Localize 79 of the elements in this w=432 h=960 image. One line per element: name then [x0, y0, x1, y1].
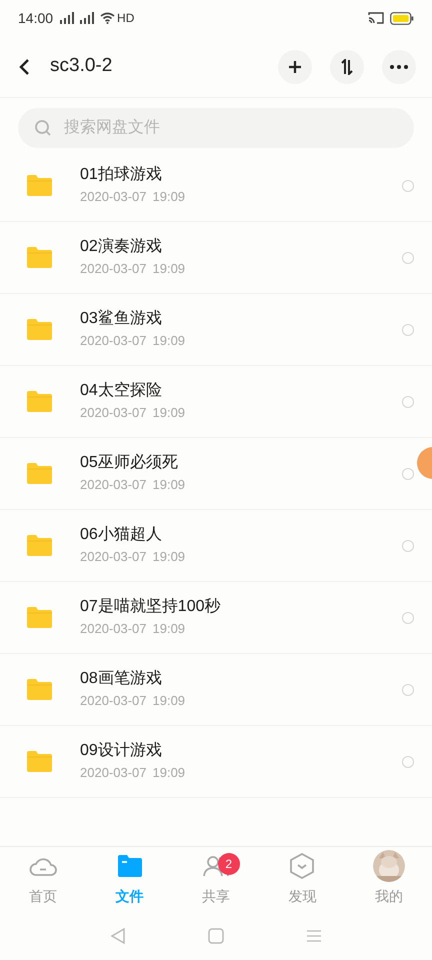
folder-icon [118, 855, 142, 877]
folder-icon [27, 247, 52, 268]
select-checkbox[interactable] [402, 684, 414, 696]
folder-name: 08画笔游戏 [80, 668, 163, 690]
modified-date: 2020-03-07 [80, 548, 146, 566]
back-icon [18, 58, 30, 76]
modified-date: 2020-03-07 [80, 620, 146, 638]
hexagon-icon [290, 853, 314, 879]
folder-icon [27, 175, 52, 196]
sort-button[interactable] [330, 50, 364, 84]
folder-icon [27, 679, 52, 700]
wifi-icon [100, 12, 116, 24]
select-checkbox[interactable] [402, 540, 414, 552]
modified-time: 19:09 [152, 620, 186, 638]
signal-icon [79, 12, 96, 24]
folder-name: 01拍球游戏 [80, 164, 163, 186]
file-row[interactable]: 04太空探险 2020-03-07 19:09 [0, 366, 432, 438]
file-row[interactable]: 01拍球游戏 2020-03-07 19:09 [0, 150, 432, 222]
modified-time: 19:09 [152, 692, 186, 710]
modified-date: 2020-03-07 [80, 476, 146, 494]
modified-date: 2020-03-07 [80, 764, 146, 782]
select-checkbox[interactable] [402, 252, 414, 264]
status-time: 14:00 [18, 8, 54, 28]
select-checkbox[interactable] [402, 756, 414, 768]
folder-icon [27, 391, 52, 412]
modified-date: 2020-03-07 [80, 188, 146, 206]
file-row[interactable]: 02演奏游戏 2020-03-07 19:09 [0, 222, 432, 294]
nav-tab[interactable]: 共享 2 [172, 847, 260, 912]
folder-icon [27, 607, 52, 628]
search-icon [34, 119, 52, 137]
select-checkbox[interactable] [402, 396, 414, 408]
select-checkbox[interactable] [402, 612, 414, 624]
select-checkbox[interactable] [402, 468, 414, 480]
select-checkbox[interactable] [402, 180, 414, 192]
sort-icon [339, 58, 355, 74]
file-row[interactable]: 08画笔游戏 2020-03-07 19:09 [0, 654, 432, 726]
folder-icon [27, 319, 52, 340]
more-icon [390, 64, 408, 68]
cast-icon [368, 12, 384, 24]
modified-time: 19:09 [152, 548, 186, 566]
notification-badge: 2 [218, 853, 240, 875]
modified-time: 19:09 [152, 764, 186, 782]
floating-menu[interactable] [416, 446, 432, 480]
menu-icon[interactable] [306, 929, 322, 943]
more-button[interactable] [382, 50, 416, 84]
home-icon[interactable] [208, 928, 224, 944]
people-icon [202, 855, 230, 877]
folder-name: 09设计游戏 [80, 740, 163, 762]
search-field[interactable]: 搜索网盘文件 [18, 108, 414, 148]
folder-icon [27, 535, 52, 556]
network-label: HD [117, 10, 134, 27]
select-checkbox[interactable] [402, 324, 414, 336]
folder-name: 03鲨鱼游戏 [80, 308, 163, 330]
modified-date: 2020-03-07 [80, 692, 146, 710]
modified-time: 19:09 [152, 476, 186, 494]
modified-time: 19:09 [152, 404, 186, 422]
folder-name: 05巫师必须死 [80, 452, 179, 474]
file-row[interactable]: 03鲨鱼游戏 2020-03-07 19:09 [0, 294, 432, 366]
add-button[interactable] [278, 50, 312, 84]
modified-time: 19:09 [152, 332, 186, 350]
signal-icon [59, 12, 76, 24]
folder-name: 02演奏游戏 [80, 236, 163, 258]
folder-name: 06小猫超人 [80, 524, 163, 546]
modified-date: 2020-03-07 [80, 260, 146, 278]
file-row[interactable]: 09设计游戏 2020-03-07 19:09 [0, 726, 432, 798]
folder-icon [27, 463, 52, 484]
modified-date: 2020-03-07 [80, 404, 146, 422]
folder-title: sc3.0-2 [50, 54, 112, 78]
folder-name: 04太空探险 [80, 380, 163, 402]
plus-icon [288, 60, 302, 74]
battery-icon [390, 12, 414, 24]
modified-date: 2020-03-07 [80, 332, 146, 350]
folder-name: 07是喵就坚持100秒 [80, 596, 222, 618]
modified-time: 19:09 [152, 260, 186, 278]
back-icon[interactable] [110, 927, 126, 945]
file-row[interactable]: 07是喵就坚持100秒 2020-03-07 19:09 [0, 582, 432, 654]
modified-time: 19:09 [152, 188, 186, 206]
folder-icon [27, 751, 52, 772]
file-row[interactable]: 06小猫超人 2020-03-07 19:09 [0, 510, 432, 582]
